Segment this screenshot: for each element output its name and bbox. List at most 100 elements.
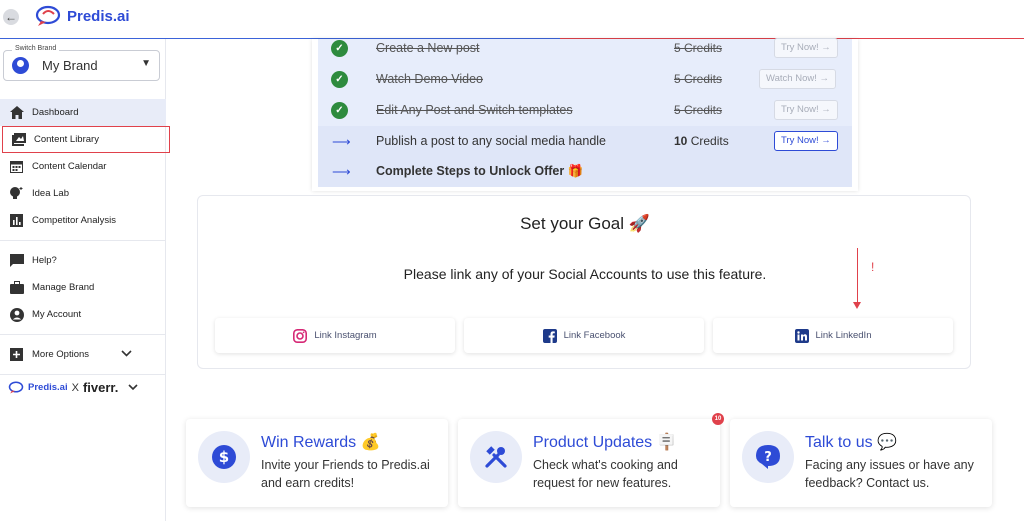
checklist-credits: 5 Credits [674, 72, 723, 86]
checkmark-icon: ✓ [331, 102, 348, 119]
brand-switcher[interactable]: Switch Brand My Brand ▼ [3, 45, 160, 81]
svg-text:?: ? [764, 450, 772, 465]
checklist-row: ⟶ Complete Steps to Unlock Offer 🎁 [318, 156, 852, 187]
sidebar-item-label: My Account [32, 309, 82, 320]
annotation-arrow [853, 248, 861, 309]
card-description: Facing any issues or have any feedback? … [805, 458, 974, 490]
sidebar-item-competitor-analysis[interactable]: Competitor Analysis [0, 207, 166, 234]
collab-x: X [71, 381, 79, 394]
sidebar-item-my-account[interactable]: My Account [0, 301, 166, 328]
sidebar: Switch Brand My Brand ▼ Dashboard Conten… [0, 39, 170, 521]
lightbulb-icon [9, 186, 24, 201]
sidebar-item-label: Competitor Analysis [32, 215, 116, 226]
sidebar-divider [0, 240, 166, 241]
sidebar-item-label: Content Calendar [32, 161, 107, 172]
chevron-down-icon [128, 384, 138, 391]
arrow-right-icon: ⟶ [332, 164, 351, 179]
sidebar-item-label: Idea Lab [32, 188, 69, 199]
app-name: Predis.ai [67, 7, 130, 25]
credits-unit: Credits [690, 134, 729, 148]
account-circle-icon [12, 57, 29, 74]
sidebar-item-content-library[interactable]: Content Library [2, 126, 170, 153]
predis-fiverr-collab[interactable]: Predis.ai X fiverr. [8, 380, 138, 395]
sidebar-divider [0, 374, 166, 375]
checklist-row: ✓ Create a New post 5 Credits Try Now! → [318, 33, 852, 64]
sidebar-item-label: More Options [32, 349, 90, 360]
chat-icon [9, 253, 24, 268]
sidebar-divider [0, 334, 166, 335]
account-icon [9, 307, 24, 322]
card-title: Win Rewards 💰 [261, 434, 381, 451]
checklist-credits: 10 Credits [674, 134, 729, 148]
checklist-credits: 5 Credits [674, 41, 723, 55]
checklist-row: ⟶ Publish a post to any social media han… [318, 126, 852, 157]
brand-switcher-caption: Switch Brand [12, 45, 60, 52]
sidebar-item-dashboard[interactable]: Dashboard [0, 99, 166, 126]
home-icon [9, 105, 24, 120]
goal-title: Set your Goal 🚀 [520, 214, 650, 233]
sidebar-item-idea-lab[interactable]: Idea Lab [0, 180, 166, 207]
sidebar-item-manage-brand[interactable]: Manage Brand [0, 274, 166, 301]
goal-message: Please link any of your Social Accounts … [403, 266, 767, 282]
app-logo[interactable]: Predis.ai [35, 5, 130, 27]
talk-to-us-card[interactable]: ? Talk to us 💬 Facing any issues or have… [730, 419, 992, 507]
checklist-task: Watch Demo Video [376, 72, 483, 86]
product-updates-card[interactable]: 10 Product Updates 🪧 Check what's cookin… [458, 413, 724, 507]
analytics-icon [9, 213, 24, 228]
instagram-icon [293, 328, 308, 343]
plus-square-icon [9, 347, 24, 362]
card-title: Product Updates 🪧 [533, 434, 677, 451]
predis-logo-icon [35, 5, 61, 26]
set-goal-card: Set your Goal 🚀 Please link any of your … [197, 195, 971, 369]
checklist-credits: 5 Credits [674, 103, 723, 117]
sidebar-nav: Dashboard Content Library Content Calend… [0, 99, 170, 381]
checkmark-icon: ✓ [331, 71, 348, 88]
link-linkedin-button[interactable]: Link LinkedIn [713, 318, 953, 353]
back-arrow-icon[interactable]: ← [3, 9, 19, 25]
try-now-button[interactable]: Try Now! → [774, 131, 838, 151]
watch-now-button[interactable]: Watch Now! → [759, 69, 836, 89]
linkedin-icon [794, 328, 809, 343]
sidebar-item-more-options[interactable]: More Options [0, 341, 166, 368]
checklist-task: Complete Steps to Unlock Offer 🎁 [376, 164, 584, 178]
facebook-icon [542, 328, 557, 343]
link-linkedin-label: Link LinkedIn [815, 330, 872, 341]
sidebar-item-label: Help? [32, 255, 57, 266]
svg-text:$: $ [219, 448, 229, 466]
arrow-right-icon: ⟶ [332, 134, 351, 149]
calendar-icon [9, 159, 24, 174]
try-now-button[interactable]: Try Now! → [774, 100, 838, 120]
win-rewards-card[interactable]: $ Win Rewards 💰 Invite your Friends to P… [186, 419, 448, 507]
link-facebook-label: Link Facebook [563, 330, 626, 341]
image-library-icon [11, 132, 26, 147]
checklist-row: ✓ Watch Demo Video 5 Credits Watch Now! … [318, 64, 852, 95]
chevron-down-icon [121, 349, 132, 360]
checkmark-icon: ✓ [331, 40, 348, 57]
checklist-row: ✓ Edit Any Post and Switch templates 5 C… [318, 95, 852, 126]
card-description: Check what's cooking and request for new… [533, 458, 678, 490]
brand-name: My Brand [42, 58, 98, 73]
card-title: Talk to us 💬 [805, 434, 897, 451]
sidebar-item-content-calendar[interactable]: Content Calendar [0, 153, 166, 180]
dollar-icon: $ [198, 431, 250, 483]
link-facebook-button[interactable]: Link Facebook [464, 318, 704, 353]
briefcase-icon [9, 280, 24, 295]
checklist-task: Publish a post to any social media handl… [376, 134, 607, 148]
checklist-task: Create a New post [376, 41, 480, 55]
link-instagram-label: Link Instagram [314, 330, 377, 341]
collab-fiverr-label: fiverr. [82, 380, 119, 395]
try-now-button[interactable]: Try Now! → [774, 38, 838, 58]
notification-badge: 10 [712, 413, 724, 425]
sidebar-item-help[interactable]: Help? [0, 247, 166, 274]
credits-amount: 10 [674, 134, 688, 148]
sidebar-item-label: Content Library [34, 134, 99, 145]
caret-down-icon: ▼ [141, 58, 151, 69]
collab-predis-label: Predis.ai [28, 382, 68, 393]
sidebar-item-label: Dashboard [32, 107, 79, 118]
tools-icon [470, 431, 522, 483]
link-instagram-button[interactable]: Link Instagram [215, 318, 455, 353]
onboarding-checklist: ✓ Create a New post 5 Credits Try Now! →… [312, 38, 858, 191]
checklist-task: Edit Any Post and Switch templates [376, 103, 573, 117]
annotation-mark: ! [871, 260, 875, 274]
question-icon: ? [742, 431, 794, 483]
